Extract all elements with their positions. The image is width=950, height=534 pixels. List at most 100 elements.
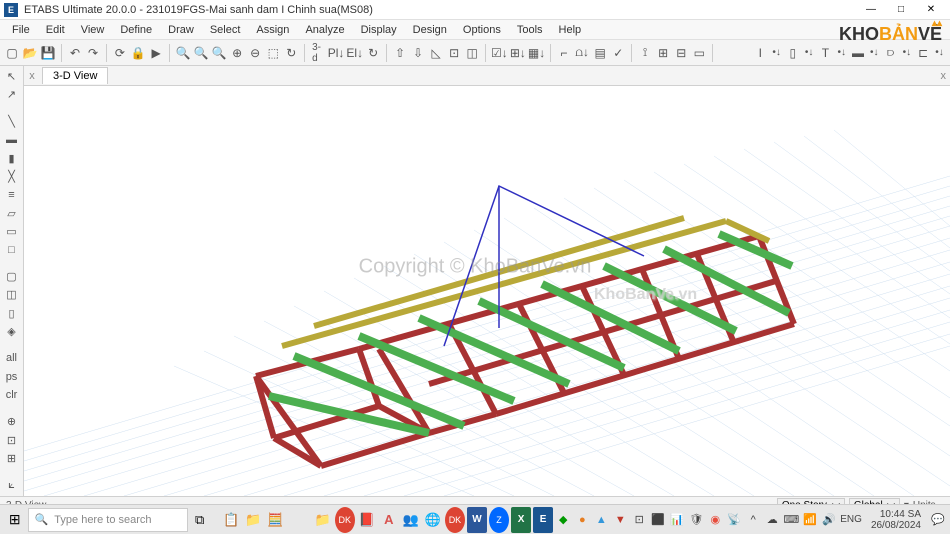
menu-select[interactable]: Select xyxy=(202,22,249,38)
lock-icon[interactable]: 🔒 xyxy=(130,43,146,63)
dropdown-icon[interactable]: •↓ xyxy=(868,47,881,58)
up-arrow-icon[interactable]: ⇧ xyxy=(392,43,408,63)
draw-secondary-icon[interactable]: ≡ xyxy=(2,186,22,203)
menu-display[interactable]: Display xyxy=(353,22,405,38)
task-app-2[interactable]: 📁 xyxy=(243,507,263,533)
tray-7[interactable]: 📊 xyxy=(669,512,685,528)
tray-up-icon[interactable]: ^ xyxy=(745,512,761,528)
dropdown-icon[interactable]: •↓ xyxy=(933,47,946,58)
set-display-icon[interactable]: ☑↓ xyxy=(491,43,508,63)
c-section-icon[interactable]: ⊏ xyxy=(915,43,931,63)
task-teams[interactable]: 👥 xyxy=(401,507,421,533)
notifications-icon[interactable]: 💬 xyxy=(930,512,946,528)
plan-icon[interactable]: Pl↓ xyxy=(328,43,345,63)
task-word[interactable]: W xyxy=(467,507,487,533)
zoom-restore-icon[interactable]: 🔍 xyxy=(193,43,209,63)
elev-icon[interactable]: El↓ xyxy=(346,43,363,63)
l-section-icon[interactable]: ⫐ xyxy=(883,43,899,63)
zoom-rubberband-icon[interactable]: 🔍 xyxy=(175,43,191,63)
menu-assign[interactable]: Assign xyxy=(248,22,297,38)
box-icon[interactable]: ▭ xyxy=(691,43,707,63)
save-icon[interactable]: 💾 xyxy=(40,43,56,63)
snap-icon[interactable]: ⊕ xyxy=(2,413,22,430)
measure-icon[interactable]: ⟟ xyxy=(637,43,653,63)
rotate3d-icon[interactable]: ↻ xyxy=(283,43,299,63)
menu-define[interactable]: Define xyxy=(112,22,160,38)
zoom-in-icon[interactable]: ⊕ xyxy=(229,43,245,63)
task-dk-1[interactable]: DK xyxy=(335,507,355,533)
dropdown-icon[interactable]: •↓ xyxy=(770,47,783,58)
snap-mid-icon[interactable]: ⊞ xyxy=(2,450,22,467)
orbit-icon[interactable]: ↻ xyxy=(365,43,381,63)
tray-3[interactable]: ▲ xyxy=(593,512,609,528)
start-button[interactable]: ⊞ xyxy=(4,507,26,533)
deformed-icon[interactable]: ⌐ xyxy=(556,43,572,63)
draw-door-icon[interactable]: ▯ xyxy=(2,305,22,322)
dropdown-icon[interactable]: •↓ xyxy=(803,47,816,58)
task-dk-2[interactable]: DK xyxy=(445,507,465,533)
menu-file[interactable]: File xyxy=(4,22,38,38)
minimize-button[interactable]: — xyxy=(856,1,886,19)
tray-5[interactable]: ⊡ xyxy=(631,512,647,528)
task-view-icon[interactable]: ⧉ xyxy=(190,507,210,533)
show-undeformed-icon[interactable]: ⊞↓ xyxy=(510,43,526,63)
3d-viewport[interactable]: KhoBanVe.vn xyxy=(24,86,950,496)
redo-icon[interactable]: ↷ xyxy=(85,43,101,63)
tray-2[interactable]: ● xyxy=(574,512,590,528)
refresh-icon[interactable]: ⟳ xyxy=(112,43,128,63)
tray-10[interactable]: 📡 xyxy=(726,512,742,528)
draw-column-icon[interactable]: ▮ xyxy=(2,150,22,167)
draw-opening-icon[interactable]: ◫ xyxy=(2,286,22,303)
rect-section-icon[interactable]: ▬ xyxy=(850,43,866,63)
draw-shell-icon[interactable]: ▢ xyxy=(2,268,22,285)
text-icon[interactable]: ⊟ xyxy=(673,43,689,63)
menu-help[interactable]: Help xyxy=(551,22,590,38)
task-chrome[interactable]: 🌐 xyxy=(423,507,443,533)
snap-end-icon[interactable]: ⊡ xyxy=(2,431,22,448)
tray-8[interactable]: 🛡 xyxy=(688,512,704,528)
pers-icon[interactable]: ◺ xyxy=(428,43,444,63)
3d-label[interactable]: 3-d xyxy=(310,42,326,64)
task-etabs[interactable]: E xyxy=(533,507,553,533)
language-indicator[interactable]: ENG xyxy=(840,514,862,525)
shrink-icon[interactable]: ⊡ xyxy=(446,43,462,63)
tray-4[interactable]: ▼ xyxy=(612,512,628,528)
tray-6[interactable]: ⬛ xyxy=(650,512,666,528)
object-icon[interactable]: ◫ xyxy=(464,43,480,63)
tab-close-left-icon[interactable]: x xyxy=(24,70,40,82)
zoom-out-icon[interactable]: ⊖ xyxy=(247,43,263,63)
open-icon[interactable]: 📂 xyxy=(22,43,38,63)
task-pdf[interactable]: 📕 xyxy=(357,507,377,533)
menu-analyze[interactable]: Analyze xyxy=(297,22,352,38)
taskbar-clock[interactable]: 10:44 SA 26/08/2024 xyxy=(865,509,927,531)
run-icon[interactable]: ▶ xyxy=(148,43,164,63)
tray-1[interactable]: ◆ xyxy=(555,512,571,528)
taskbar-search[interactable]: 🔍 Type here to search xyxy=(28,508,188,532)
pan-icon[interactable]: ⬚ xyxy=(265,43,281,63)
undo-icon[interactable]: ↶ xyxy=(67,43,83,63)
draw-special-icon[interactable]: ◈ xyxy=(2,323,22,340)
draw-brace-icon[interactable]: ╳ xyxy=(2,168,22,185)
tab-close-right-icon[interactable]: x xyxy=(941,70,947,82)
draw-wall-icon[interactable]: ▭ xyxy=(2,223,22,240)
new-icon[interactable]: ▢ xyxy=(4,43,20,63)
reshape-icon[interactable]: ↗ xyxy=(2,86,22,103)
maximize-button[interactable]: □ xyxy=(886,1,916,19)
check-icon[interactable]: ✓ xyxy=(610,43,626,63)
ruler-icon[interactable]: ⟀ xyxy=(2,477,22,494)
task-autocad[interactable]: A xyxy=(379,507,399,533)
prev-select-icon[interactable]: ps xyxy=(2,368,22,385)
task-zalo[interactable]: Z xyxy=(489,507,509,533)
draw-beam-icon[interactable]: ▬ xyxy=(2,131,22,148)
task-app-3[interactable]: 🧮 xyxy=(265,507,285,533)
draw-rect-icon[interactable]: □ xyxy=(2,241,22,258)
menu-design[interactable]: Design xyxy=(405,22,455,38)
draw-floor-icon[interactable]: ▱ xyxy=(2,205,22,222)
menu-edit[interactable]: Edit xyxy=(38,22,73,38)
loads-icon[interactable]: ▦↓ xyxy=(528,43,545,63)
sound-icon[interactable]: 🔊 xyxy=(821,512,837,528)
tray-cloud[interactable]: ☁ xyxy=(764,512,780,528)
menu-tools[interactable]: Tools xyxy=(509,22,551,38)
tray-unikey[interactable]: ⌨ xyxy=(783,512,799,528)
wifi-icon[interactable]: 📶 xyxy=(802,512,818,528)
